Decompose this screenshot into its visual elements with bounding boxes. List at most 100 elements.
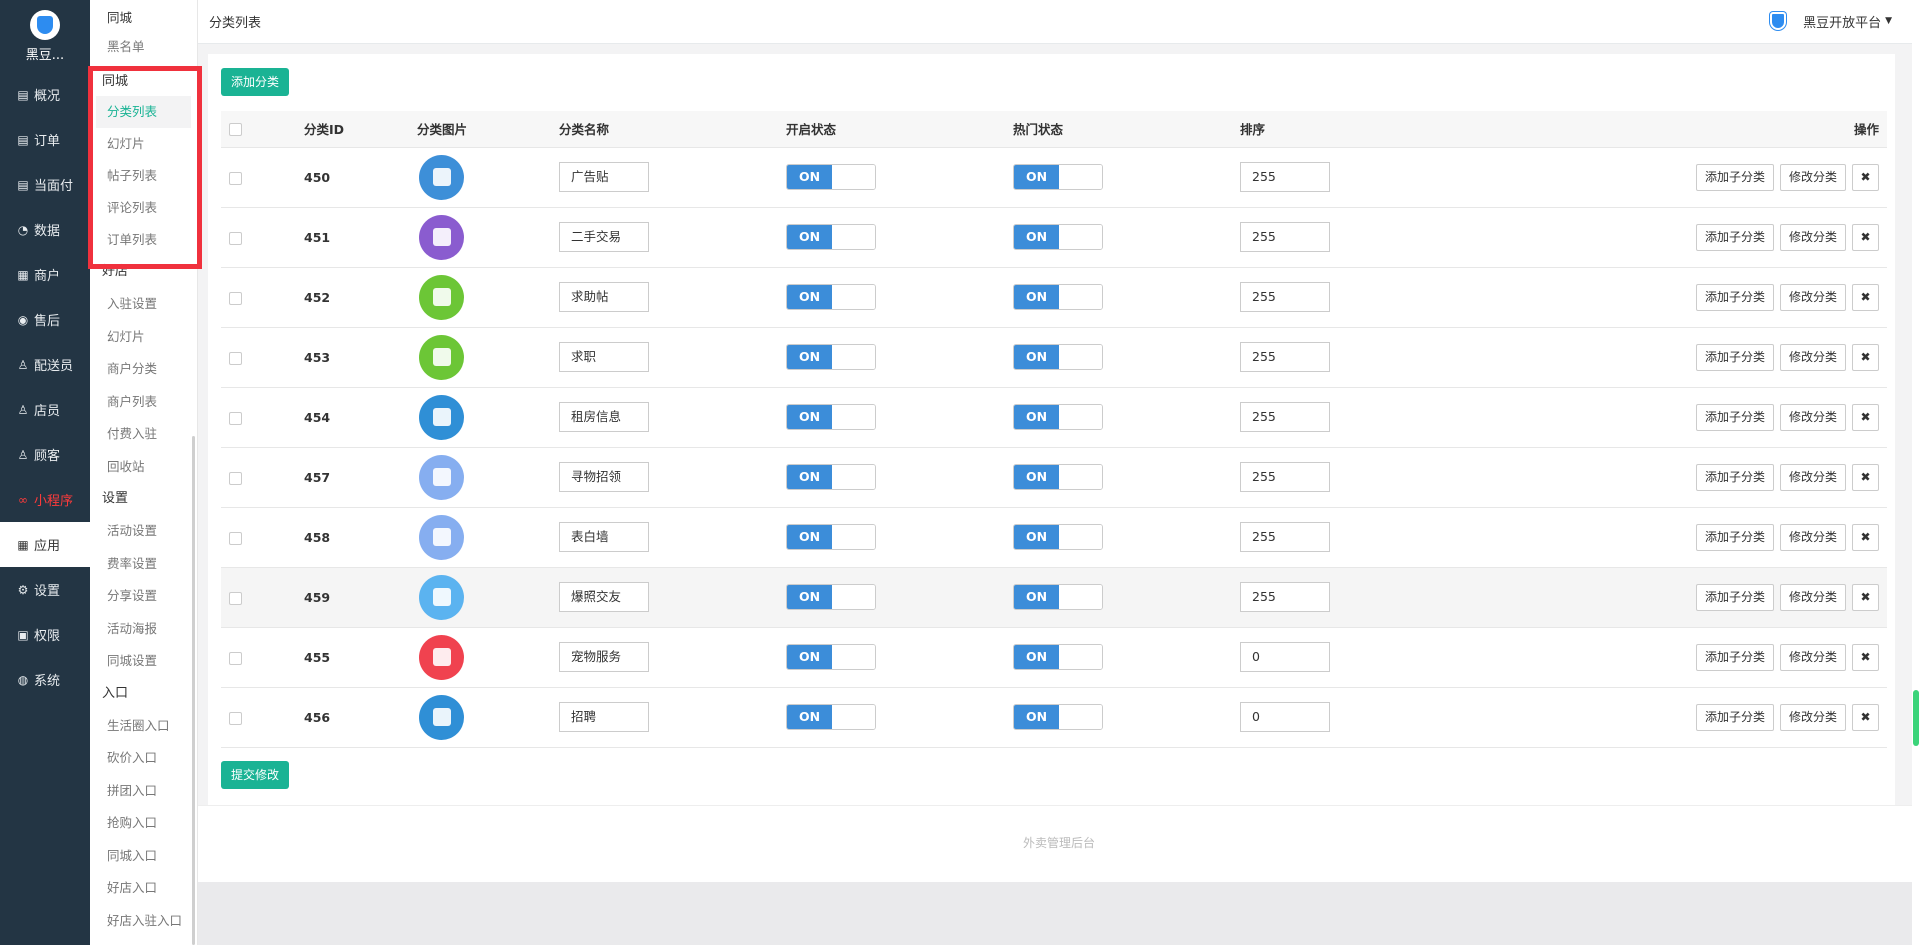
open-status-toggle[interactable]: ON — [786, 284, 876, 310]
add-subcategory-button[interactable]: 添加子分类 — [1695, 463, 1774, 491]
submit-changes-button[interactable]: 提交修改 — [221, 761, 290, 789]
sort-input[interactable]: 255 — [1240, 282, 1330, 312]
hot-status-toggle[interactable]: ON — [1013, 704, 1103, 730]
hot-status-toggle[interactable]: ON — [1013, 464, 1103, 490]
category-name-input[interactable]: 爆照交友 — [559, 582, 649, 612]
add-subcategory-button[interactable]: 添加子分类 — [1695, 283, 1774, 311]
sort-input[interactable]: 255 — [1240, 582, 1330, 612]
add-subcategory-button[interactable]: 添加子分类 — [1695, 343, 1774, 371]
sort-input[interactable]: 255 — [1240, 462, 1330, 492]
add-subcategory-button[interactable]: 添加子分类 — [1695, 223, 1774, 251]
sort-input[interactable]: 0 — [1240, 702, 1330, 732]
delete-icon[interactable]: ✖ — [1852, 283, 1879, 311]
subnav-item[interactable]: 同城 — [90, 0, 197, 36]
row-checkbox[interactable] — [229, 411, 242, 425]
nav-item-3[interactable]: ◔ 数据 — [0, 207, 90, 252]
subnav-item[interactable]: 活动设置 — [90, 515, 197, 548]
subnav-item[interactable]: 入驻设置 — [90, 288, 197, 321]
nav-item-13[interactable]: ◍ 系统 — [0, 657, 90, 702]
add-category-button[interactable]: 添加分类 — [221, 68, 290, 96]
add-subcategory-button[interactable]: 添加子分类 — [1695, 583, 1774, 611]
sort-input[interactable]: 255 — [1240, 222, 1330, 252]
subnav-item[interactable]: 帖子列表 — [90, 160, 197, 192]
open-status-toggle[interactable]: ON — [786, 404, 876, 430]
row-checkbox[interactable] — [229, 591, 242, 605]
hot-status-toggle[interactable]: ON — [1013, 584, 1103, 610]
subnav-item[interactable]: 黑名单 — [90, 36, 197, 66]
subnav-item[interactable]: 回收站 — [90, 451, 197, 484]
delete-icon[interactable]: ✖ — [1852, 703, 1879, 731]
open-status-toggle[interactable]: ON — [786, 344, 876, 370]
subnav-item[interactable]: 幻灯片 — [90, 321, 197, 354]
edit-category-button[interactable]: 修改分类 — [1779, 523, 1846, 551]
open-status-toggle[interactable]: ON — [786, 584, 876, 610]
edit-category-button[interactable]: 修改分类 — [1779, 583, 1846, 611]
hot-status-toggle[interactable]: ON — [1013, 164, 1103, 190]
edit-category-button[interactable]: 修改分类 — [1779, 163, 1846, 191]
subnav-item[interactable]: 好店入驻入口 — [90, 905, 197, 938]
delete-icon[interactable]: ✖ — [1852, 343, 1879, 371]
add-subcategory-button[interactable]: 添加子分类 — [1695, 163, 1774, 191]
category-name-input[interactable]: 招聘 — [559, 702, 649, 732]
hot-status-toggle[interactable]: ON — [1013, 344, 1103, 370]
category-name-input[interactable]: 寻物招领 — [559, 462, 649, 492]
subnav-item[interactable]: 拼团入口 — [90, 775, 197, 808]
row-checkbox[interactable] — [229, 471, 242, 485]
edit-category-button[interactable]: 修改分类 — [1779, 223, 1846, 251]
subnav-item[interactable]: 抢购入口 — [90, 807, 197, 840]
sort-input[interactable]: 255 — [1240, 402, 1330, 432]
nav-item-1[interactable]: ▤ 订单 — [0, 117, 90, 162]
open-status-toggle[interactable]: ON — [786, 464, 876, 490]
sort-input[interactable]: 255 — [1240, 342, 1330, 372]
subnav-item[interactable]: 分类列表 — [96, 96, 191, 128]
subnav-scrollbar[interactable] — [192, 436, 195, 945]
category-name-input[interactable]: 宠物服务 — [559, 642, 649, 672]
delete-icon[interactable]: ✖ — [1852, 223, 1879, 251]
open-status-toggle[interactable]: ON — [786, 164, 876, 190]
nav-item-10[interactable]: ▦ 应用 — [0, 522, 90, 567]
add-subcategory-button[interactable]: 添加子分类 — [1695, 703, 1774, 731]
subnav-item[interactable]: 分享设置 — [90, 580, 197, 613]
delete-icon[interactable]: ✖ — [1852, 163, 1879, 191]
sort-input[interactable]: 255 — [1240, 522, 1330, 552]
edit-category-button[interactable]: 修改分类 — [1779, 703, 1846, 731]
subnav-item[interactable]: 付费入驻 — [90, 418, 197, 451]
subnav-item[interactable]: 活动海报 — [90, 613, 197, 646]
edit-category-button[interactable]: 修改分类 — [1779, 343, 1846, 371]
nav-item-11[interactable]: ⚙ 设置 — [0, 567, 90, 612]
delete-icon[interactable]: ✖ — [1852, 643, 1879, 671]
row-checkbox[interactable] — [229, 531, 242, 545]
nav-item-8[interactable]: ♙ 顾客 — [0, 432, 90, 477]
page-scrollbar[interactable] — [1912, 0, 1920, 945]
open-status-toggle[interactable]: ON — [786, 704, 876, 730]
subnav-item[interactable]: 同城入口 — [90, 840, 197, 873]
nav-item-9[interactable]: ∞ 小程序 — [0, 477, 90, 522]
category-name-input[interactable]: 租房信息 — [559, 402, 649, 432]
edit-category-button[interactable]: 修改分类 — [1779, 643, 1846, 671]
open-status-toggle[interactable]: ON — [786, 224, 876, 250]
hot-status-toggle[interactable]: ON — [1013, 224, 1103, 250]
hot-status-toggle[interactable]: ON — [1013, 644, 1103, 670]
select-all-checkbox[interactable] — [229, 123, 242, 137]
nav-item-2[interactable]: ▤ 当面付 — [0, 162, 90, 207]
subnav-item[interactable]: 商户分类 — [90, 353, 197, 386]
open-status-toggle[interactable]: ON — [786, 524, 876, 550]
category-name-input[interactable]: 表白墙 — [559, 522, 649, 552]
hot-status-toggle[interactable]: ON — [1013, 404, 1103, 430]
subnav-item[interactable]: 评论列表 — [90, 192, 197, 224]
nav-item-0[interactable]: ▤ 概况 — [0, 72, 90, 117]
row-checkbox[interactable] — [229, 231, 242, 245]
add-subcategory-button[interactable]: 添加子分类 — [1695, 403, 1774, 431]
hot-status-toggle[interactable]: ON — [1013, 524, 1103, 550]
subnav-item[interactable]: 生活圈入口 — [90, 710, 197, 743]
platform-menu[interactable]: 黑豆开放平台 ▼ — [1768, 10, 1892, 32]
row-checkbox[interactable] — [229, 291, 242, 305]
edit-category-button[interactable]: 修改分类 — [1779, 463, 1846, 491]
nav-item-6[interactable]: ♙ 配送员 — [0, 342, 90, 387]
category-name-input[interactable]: 求职 — [559, 342, 649, 372]
edit-category-button[interactable]: 修改分类 — [1779, 283, 1846, 311]
category-name-input[interactable]: 广告贴 — [559, 162, 649, 192]
row-checkbox[interactable] — [229, 651, 242, 665]
subnav-item[interactable]: 订单列表 — [90, 224, 197, 256]
delete-icon[interactable]: ✖ — [1852, 583, 1879, 611]
